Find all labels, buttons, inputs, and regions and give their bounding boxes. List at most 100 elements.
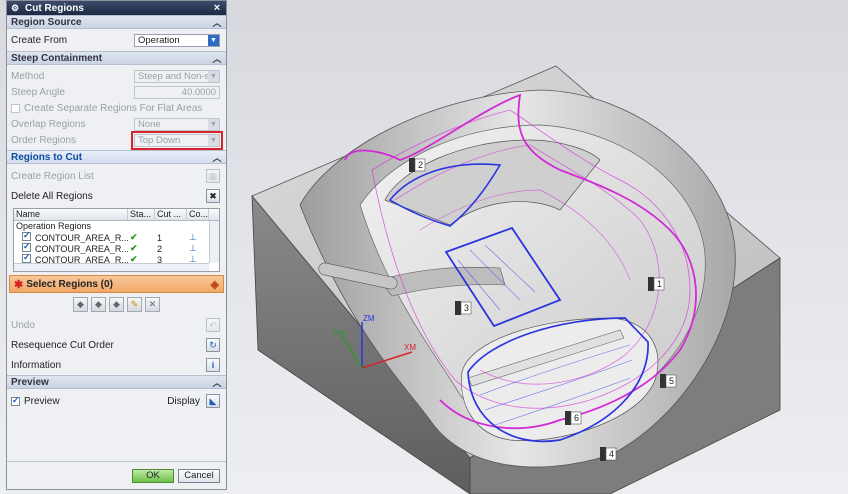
axis-label-z: ZM [363,314,375,323]
section-label: Region Source [11,16,82,28]
steep-angle-input[interactable]: 40.0000 [134,85,220,99]
region-label-1: 1 [657,279,663,289]
display-icon[interactable]: ◣ [206,394,220,408]
dialog-title: Cut Regions [25,2,84,14]
axis-label-y: YM [333,329,345,338]
table-row[interactable]: CONTOUR_AREA_R... ✔ 1 ⊥ [14,232,219,243]
section-regions-to-cut[interactable]: Regions to Cut ︿ [7,150,226,164]
delete-all-icon[interactable]: ✖ [206,189,220,203]
create-from-value: Operation [138,34,180,46]
check-icon: ✔ [130,243,138,253]
col-cut-order[interactable]: Cut ... [155,209,187,220]
section-label: Regions to Cut [11,151,83,163]
order-value: Top Down [138,134,181,146]
information-label: Information [11,359,62,371]
close-icon[interactable]: × [211,2,223,14]
chevron-down-icon[interactable]: ▼ [208,134,219,146]
undo-icon[interactable]: ↶ [206,318,220,332]
col-name[interactable]: Name [14,209,128,220]
ok-button[interactable]: OK [132,468,174,483]
row-order: 1 [157,232,163,243]
delete-all-row: Delete All Regions ✖ [7,186,226,206]
resequence-icon[interactable]: ↻ [206,338,220,352]
row-checkbox[interactable] [22,243,31,252]
chevron-down-icon[interactable]: ▼ [208,34,219,46]
method-select[interactable]: Steep and Non-st ▼ [134,69,220,83]
create-from-select[interactable]: Operation ▼ [134,33,220,47]
required-star-icon: ✱ [14,278,24,291]
chevron-up-icon[interactable]: ︿ [212,376,222,389]
create-list-icon[interactable]: ▦ [206,169,220,183]
preview-row: Preview Display ◣ [7,389,226,413]
create-region-list-label: Create Region List [11,170,94,182]
overlap-select[interactable]: None ▼ [134,117,220,131]
section-label: Steep Containment [11,52,103,64]
edit-region-icon[interactable]: ✎ [127,297,142,312]
row-checkbox[interactable] [22,232,31,241]
col-config[interactable]: Co... [187,209,209,220]
cut-regions-dialog: ⚙ Cut Regions × Region Source ︿ Create F… [6,0,227,490]
group-row[interactable]: Operation Regions [14,221,219,232]
preview-checkbox[interactable] [11,395,20,406]
steep-angle-value: 40.0000 [181,86,216,98]
preview-label: Preview [24,395,60,407]
axis-label-x: XM [404,343,416,352]
gear-icon[interactable]: ⚙ [10,3,20,14]
select-regions-button[interactable]: ✱ Select Regions (0) ◈ [9,275,224,293]
regions-table: Name Sta... Cut ... Co... Operation Regi… [13,208,220,272]
col-status[interactable]: Sta... [128,209,155,220]
method-row: Method Steep and Non-st ▼ [7,68,226,84]
order-row: Order Regions Top Down ▼ [7,130,226,150]
tool-icon: ⊥ [189,232,197,242]
create-region-list-row: Create Region List ▦ [7,166,226,186]
dialog-titlebar[interactable]: ⚙ Cut Regions × [7,1,226,15]
display-label: Display [167,395,200,407]
merge-region-icon[interactable]: ◆ [109,297,124,312]
region-label-3: 3 [464,303,470,313]
cancel-button[interactable]: Cancel [178,468,220,483]
info-icon[interactable]: i [206,358,220,372]
undo-label: Undo [11,319,35,331]
region-label-5: 5 [669,376,675,386]
row-name: CONTOUR_AREA_R... [35,244,128,254]
chevron-down-icon[interactable]: ▼ [208,118,219,130]
table-horizontal-scrollbar[interactable] [14,263,209,271]
row-checkbox[interactable] [22,254,31,263]
tool-icon: ⊥ [189,243,197,253]
region-tools: ◆ ◆ ◆ ✎ ✕ [7,297,226,313]
steep-angle-row: Steep Angle 40.0000 [7,84,226,100]
order-select[interactable]: Top Down ▼ [131,130,223,150]
undo-row: Undo ↶ [7,315,226,335]
dialog-footer: OK Cancel [7,461,226,489]
add-region-icon[interactable]: ◆ [91,297,106,312]
resequence-row: Resequence Cut Order ↻ [7,335,226,355]
section-region-source[interactable]: Region Source ︿ [7,15,226,29]
region-label-4: 4 [609,449,615,459]
separate-regions-checkbox[interactable] [11,103,20,113]
method-value: Steep and Non-st [138,70,212,82]
table-vertical-scrollbar[interactable] [209,221,219,263]
section-steep-containment[interactable]: Steep Containment ︿ [7,51,226,65]
chevron-up-icon[interactable]: ︿ [212,52,222,65]
table-row[interactable]: CONTOUR_AREA_R... ✔ 2 ⊥ [14,243,219,254]
resequence-label: Resequence Cut Order [11,339,114,351]
row-name: CONTOUR_AREA_R... [35,233,128,243]
remove-region-icon[interactable]: ✕ [145,297,160,312]
create-from-row: Create From Operation ▼ [7,29,226,51]
table-header: Name Sta... Cut ... Co... [14,209,219,221]
row-order: 2 [157,243,163,254]
separate-regions-label: Create Separate Regions For Flat Areas [24,102,203,114]
select-region-icon[interactable]: ◈ [211,278,219,291]
chevron-up-icon[interactable]: ︿ [212,16,222,29]
region-label-2: 2 [418,160,424,170]
delete-all-label: Delete All Regions [11,190,93,202]
add-face-icon[interactable]: ◆ [73,297,88,312]
chevron-down-icon[interactable]: ▼ [208,70,219,82]
separate-regions-row: Create Separate Regions For Flat Areas [7,100,226,116]
select-regions-label: Select Regions (0) [26,278,113,290]
chevron-up-icon[interactable]: ︿ [212,151,222,164]
overlap-row: Overlap Regions None ▼ [7,116,226,132]
section-preview[interactable]: Preview ︿ [7,375,226,389]
section-label: Preview [11,376,49,388]
region-label-6: 6 [574,413,580,423]
